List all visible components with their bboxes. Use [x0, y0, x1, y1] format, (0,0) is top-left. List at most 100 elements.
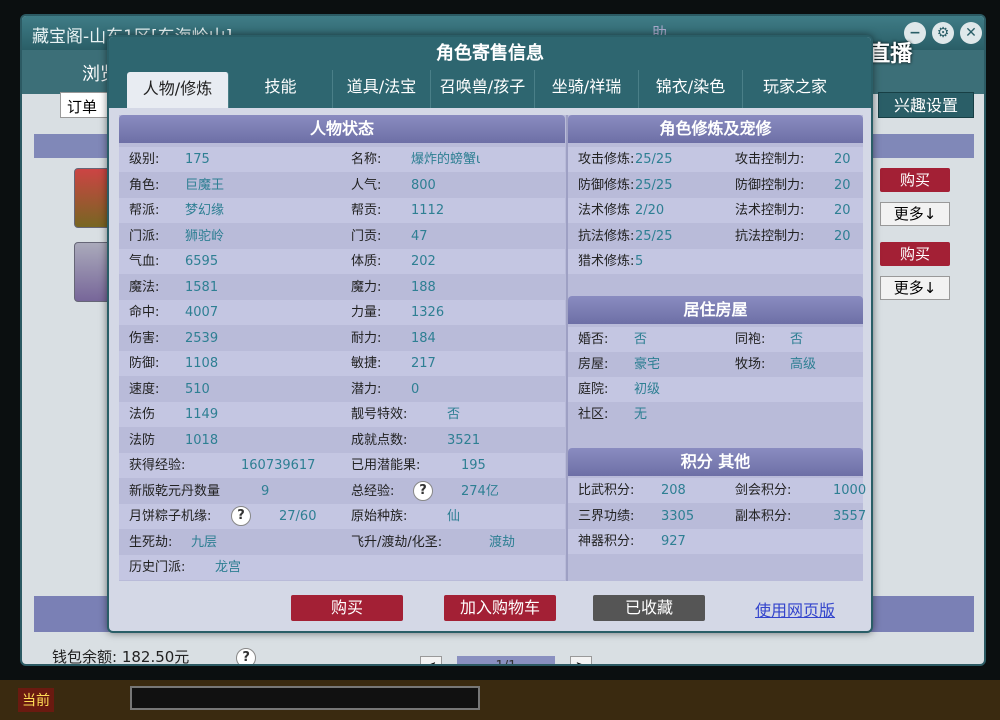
- info-row: 生死劫:九层飞升/渡劫/化圣:渡劫: [119, 530, 565, 555]
- field-value: 1018: [185, 428, 218, 453]
- field-value: 3557: [833, 504, 866, 529]
- field-label: 速度:: [129, 377, 159, 402]
- tab-outfits[interactable]: 锦衣/染色: [639, 70, 743, 108]
- field-label: 耐力:: [351, 326, 381, 351]
- list-more-button[interactable]: 更多↓: [880, 276, 950, 300]
- field-label: 防御:: [129, 351, 159, 376]
- field-label: 法伤: [129, 402, 155, 427]
- help-icon[interactable]: ?: [413, 481, 433, 501]
- field-label: 防御控制力:: [735, 173, 804, 198]
- info-panel: 人物状态 角色修炼及宠修 居住房屋 积分 其他 级别:175名称:爆炸的螃蟹ι角…: [119, 115, 863, 581]
- field-label: 敏捷:: [351, 351, 381, 376]
- field-label: 房屋:: [578, 352, 608, 377]
- list-more-button[interactable]: 更多↓: [880, 202, 950, 226]
- field-value: 208: [661, 478, 686, 503]
- buy-button[interactable]: 购买: [291, 595, 403, 621]
- field-value: 否: [634, 327, 647, 352]
- field-label: 角色:: [129, 173, 159, 198]
- field-value: 爆炸的螃蟹ι: [411, 147, 480, 172]
- field-label: 防御修炼:: [578, 173, 634, 198]
- field-label: 婚否:: [578, 327, 608, 352]
- list-buy-button[interactable]: 购买: [880, 242, 950, 266]
- chat-input[interactable]: [130, 686, 480, 710]
- field-value: 高级: [790, 352, 816, 377]
- field-label: 魔法:: [129, 275, 159, 300]
- field-label: 新版乾元丹数量: [129, 479, 220, 504]
- info-row: 攻击修炼:25/25攻击控制力:20: [568, 147, 863, 172]
- dialog-title: 角色寄售信息: [109, 37, 871, 70]
- field-value: 160739617: [241, 453, 315, 478]
- field-value: 豪宅: [634, 352, 660, 377]
- info-row: 历史门派: 龙宫: [119, 555, 565, 580]
- interest-settings-button[interactable]: 兴趣设置: [878, 92, 974, 118]
- tab-bar: 人物/修炼 技能 道具/法宝 召唤兽/孩子 坐骑/祥瑞 锦衣/染色 玩家之家: [109, 70, 871, 108]
- prev-page-button[interactable]: <: [420, 656, 442, 666]
- field-value: 渡劫: [489, 530, 515, 555]
- field-value: 202: [411, 249, 436, 274]
- field-label: 门贡:: [351, 224, 381, 249]
- info-row: 神器积分:927: [568, 529, 863, 554]
- field-value: 27/60: [279, 504, 316, 529]
- field-value: 1108: [185, 351, 218, 376]
- info-row: 法术修炼2/20法术控制力:20: [568, 198, 863, 223]
- field-value: 4007: [185, 300, 218, 325]
- settings-button[interactable]: ⚙: [932, 22, 954, 44]
- favorited-button[interactable]: 已收藏: [593, 595, 705, 621]
- info-row: 帮派:梦幻缘帮贡:1112: [119, 198, 565, 223]
- page-indicator: 1/1: [457, 656, 555, 666]
- field-value: 仙: [447, 504, 460, 529]
- field-value: 188: [411, 275, 436, 300]
- tab-items[interactable]: 道具/法宝: [333, 70, 431, 108]
- info-row: 三界功绩:3305副本积分:3557: [568, 504, 863, 529]
- field-label: 气血:: [129, 249, 159, 274]
- next-page-button[interactable]: >: [570, 656, 592, 666]
- field-label: 抗法控制力:: [735, 224, 804, 249]
- field-label: 原始种族:: [351, 504, 407, 529]
- field-label: 法术修炼: [578, 198, 630, 223]
- chat-channel-button[interactable]: 当前: [18, 688, 54, 712]
- tab-home[interactable]: 玩家之家: [743, 70, 847, 108]
- field-label: 庭院:: [578, 377, 608, 402]
- wallet-label: 钱包余额: 182.50元: [52, 648, 189, 666]
- add-to-cart-button[interactable]: 加入购物车: [444, 595, 556, 621]
- field-value: 1149: [185, 402, 218, 427]
- tab-mounts[interactable]: 坐骑/祥瑞: [535, 70, 639, 108]
- field-value: 1326: [411, 300, 444, 325]
- info-row: 防御:1108敏捷:217: [119, 351, 565, 376]
- field-label: 比武积分:: [578, 478, 634, 503]
- field-label: 法防: [129, 428, 155, 453]
- info-row: 获得经验:160739617已用潜能果:195: [119, 453, 565, 478]
- field-label: 历史门派:: [129, 555, 185, 580]
- field-value: 否: [447, 402, 460, 427]
- field-value: 20: [834, 173, 851, 198]
- field-label: 牧场:: [735, 352, 765, 377]
- info-row: 比武积分:208剑会积分:1000: [568, 478, 863, 503]
- field-label: 已用潜能果:: [351, 453, 420, 478]
- field-value: 2/20: [635, 198, 664, 223]
- close-button[interactable]: ✕: [960, 22, 982, 44]
- help-icon[interactable]: ?: [236, 648, 256, 667]
- field-value: 九层: [191, 530, 217, 555]
- field-label: 攻击修炼:: [578, 147, 634, 172]
- field-value: 初级: [634, 377, 660, 402]
- field-label: 月饼粽子机缘:: [129, 504, 211, 529]
- info-row: 速度:510潜力:0: [119, 377, 565, 402]
- tab-character[interactable]: 人物/修炼: [127, 72, 229, 108]
- field-label: 门派:: [129, 224, 159, 249]
- field-value: 3521: [447, 428, 480, 453]
- tab-skills[interactable]: 技能: [229, 70, 333, 108]
- info-row: 猎术修炼:5: [568, 249, 863, 274]
- field-label: 帮贡:: [351, 198, 381, 223]
- list-buy-button[interactable]: 购买: [880, 168, 950, 192]
- help-icon[interactable]: ?: [231, 506, 251, 526]
- field-label: 帮派:: [129, 198, 159, 223]
- field-label: 力量:: [351, 300, 381, 325]
- role-sale-dialog: 角色寄售信息 人物/修炼 技能 道具/法宝 召唤兽/孩子 坐骑/祥瑞 锦衣/染色…: [107, 35, 873, 633]
- field-value: 否: [790, 327, 803, 352]
- field-value: 龙宫: [215, 555, 241, 580]
- web-version-link[interactable]: 使用网页版: [755, 597, 835, 621]
- field-label: 副本积分:: [735, 504, 791, 529]
- tab-pets[interactable]: 召唤兽/孩子: [431, 70, 535, 108]
- field-label: 总经验:: [351, 479, 394, 504]
- field-value: 195: [461, 453, 486, 478]
